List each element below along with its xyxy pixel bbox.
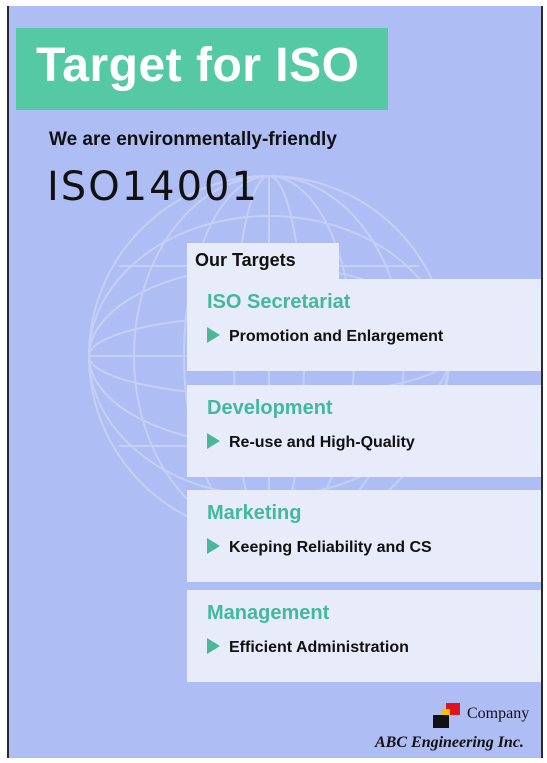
target-title: Management bbox=[207, 602, 330, 624]
arrow-icon bbox=[207, 433, 220, 449]
target-title: Marketing bbox=[207, 502, 302, 524]
target-title: ISO Secretariat bbox=[207, 291, 351, 313]
targets-heading-label: Our Targets bbox=[195, 250, 296, 270]
target-goal: Efficient Administration bbox=[207, 638, 409, 657]
target-title: Development bbox=[207, 397, 333, 419]
target-card-iso-secretariat: ISO Secretariat Promotion and Enlargemen… bbox=[187, 279, 541, 371]
company-logo-icon bbox=[433, 703, 460, 728]
iso-standard: ISO14001 bbox=[47, 164, 259, 210]
target-goal-label: Re-use and High-Quality bbox=[229, 434, 415, 451]
target-goal: Keeping Reliability and CS bbox=[207, 538, 432, 557]
tagline: We are environmentally-friendly bbox=[49, 129, 337, 150]
target-goal: Re-use and High-Quality bbox=[207, 433, 415, 452]
page-title: Target for ISO bbox=[36, 39, 360, 92]
target-goal-label: Keeping Reliability and CS bbox=[229, 539, 432, 556]
target-card-management: Management Efficient Administration bbox=[187, 590, 541, 682]
targets-heading: Our Targets bbox=[187, 243, 339, 279]
company-name: ABC Engineering Inc. bbox=[375, 734, 524, 751]
target-card-development: Development Re-use and High-Quality bbox=[187, 385, 541, 477]
arrow-icon bbox=[207, 638, 220, 654]
target-card-marketing: Marketing Keeping Reliability and CS bbox=[187, 490, 541, 582]
arrow-icon bbox=[207, 538, 220, 554]
target-goal-label: Promotion and Enlargement bbox=[229, 328, 444, 345]
target-goal: Promotion and Enlargement bbox=[207, 327, 443, 346]
arrow-icon bbox=[207, 327, 220, 343]
poster: Target for ISO We are environmentally-fr… bbox=[7, 6, 543, 758]
company-label: Company bbox=[467, 705, 530, 722]
target-goal-label: Efficient Administration bbox=[229, 639, 409, 656]
title-banner: Target for ISO bbox=[16, 28, 388, 110]
